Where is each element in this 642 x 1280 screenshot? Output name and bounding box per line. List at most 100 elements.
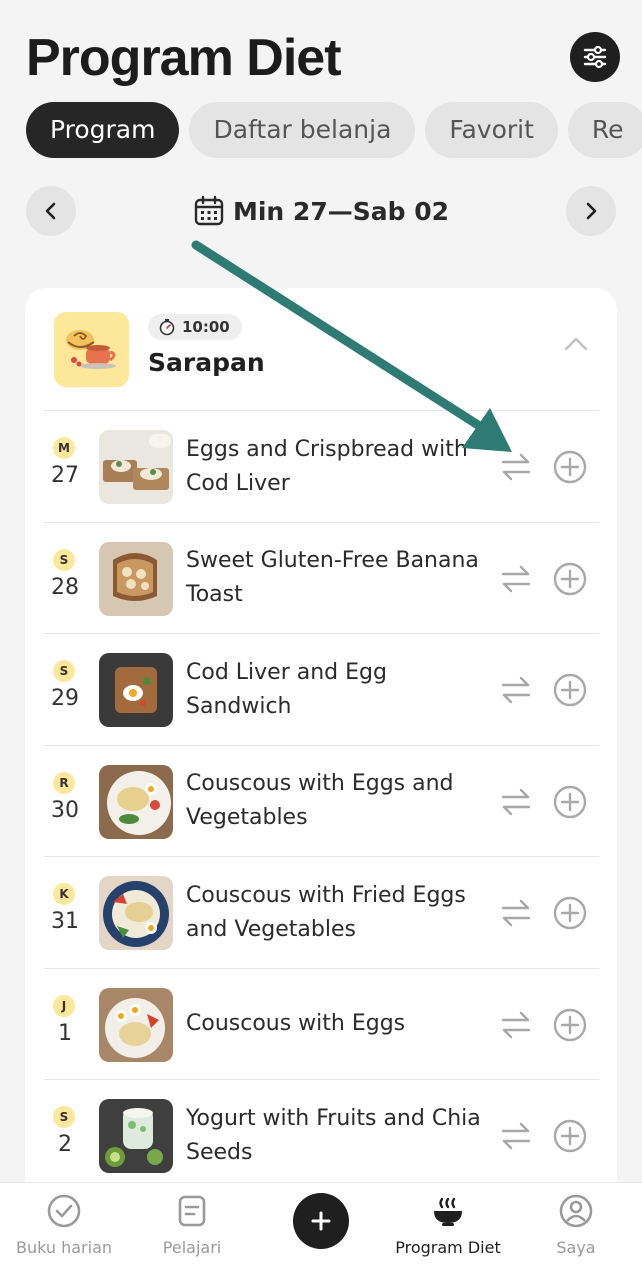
plus-circle-icon bbox=[553, 562, 587, 595]
swap-button[interactable] bbox=[499, 786, 533, 818]
check-circle-icon bbox=[47, 1194, 81, 1228]
plus-circle-icon bbox=[553, 450, 587, 484]
plus-circle-icon bbox=[553, 1008, 587, 1041]
plus-circle-icon bbox=[553, 785, 587, 818]
add-button[interactable] bbox=[552, 1007, 588, 1043]
book-icon bbox=[178, 1195, 206, 1227]
tab-program[interactable]: Program bbox=[26, 102, 180, 158]
meal-photo bbox=[99, 876, 173, 950]
plus-circle-icon bbox=[553, 673, 587, 707]
breakfast-icon bbox=[54, 312, 129, 387]
meal-card: 10:00 Sarapan M 27 Eggs and Crispbread w… bbox=[25, 288, 617, 1218]
swap-icon bbox=[501, 899, 531, 927]
nav-profile[interactable]: Saya bbox=[512, 1183, 640, 1280]
day-letter: S bbox=[53, 548, 75, 571]
day-letter: R bbox=[53, 771, 75, 794]
meal-photo bbox=[99, 1099, 173, 1173]
nav-label: Buku harian bbox=[15, 1238, 113, 1257]
add-button[interactable] bbox=[552, 895, 588, 931]
day-number: 29 bbox=[51, 686, 79, 711]
plus-circle-icon bbox=[553, 896, 587, 930]
add-fab-button[interactable] bbox=[293, 1193, 349, 1249]
meal-row[interactable]: S 29 Cod Liver and Egg Sandwich bbox=[44, 633, 599, 745]
add-button[interactable] bbox=[552, 784, 588, 820]
swap-icon bbox=[501, 453, 531, 481]
swap-button[interactable] bbox=[499, 563, 533, 595]
meal-photo bbox=[99, 430, 173, 504]
tab-shopping-list[interactable]: Daftar belanja bbox=[189, 102, 416, 158]
meal-row[interactable]: M 27 Eggs and Crispbread with Cod Liver bbox=[44, 410, 599, 522]
meal-photo bbox=[99, 764, 173, 839]
nav-label: Saya bbox=[556, 1238, 596, 1257]
swap-icon bbox=[501, 676, 531, 704]
add-button[interactable] bbox=[552, 561, 588, 597]
chevron-up-icon bbox=[564, 337, 588, 351]
meal-row[interactable]: J 1 Couscous with Eggs bbox=[44, 967, 599, 1080]
collapse-button[interactable] bbox=[563, 336, 589, 356]
meal-title: Couscous with Fried Eggs and Vegetables bbox=[186, 882, 466, 942]
swap-icon bbox=[501, 788, 531, 815]
add-button[interactable] bbox=[552, 672, 588, 708]
profile-icon bbox=[559, 1194, 593, 1228]
meal-title: Sweet Gluten-Free Banana Toast bbox=[186, 548, 479, 607]
meal-header[interactable]: 10:00 Sarapan bbox=[25, 288, 617, 410]
swap-icon bbox=[501, 565, 531, 592]
week-navigator: Min 27—Sab 02 bbox=[26, 186, 616, 236]
chevron-right-icon bbox=[586, 202, 597, 220]
bowl-icon bbox=[434, 1197, 462, 1226]
swap-icon bbox=[501, 1011, 531, 1038]
meal-title: Couscous with Eggs and Vegetables bbox=[186, 771, 454, 830]
calendar-icon bbox=[194, 195, 224, 226]
tab-recipes[interactable]: Re bbox=[567, 102, 642, 158]
meal-time: 10:00 bbox=[182, 318, 230, 336]
meal-row[interactable]: R 30 Couscous with Eggs and Vegetables bbox=[44, 744, 599, 857]
add-button[interactable] bbox=[552, 1118, 588, 1154]
day-letter: S bbox=[53, 660, 75, 682]
meal-photo bbox=[99, 987, 173, 1062]
meal-title: Yogurt with Fruits and Chia Seeds bbox=[186, 1105, 481, 1165]
sliders-icon bbox=[583, 45, 607, 69]
nav-label: Pelajari bbox=[162, 1238, 222, 1257]
nav-diary[interactable]: Buku harian bbox=[0, 1183, 128, 1280]
meal-row[interactable]: S 28 Sweet Gluten-Free Banana Toast bbox=[44, 521, 599, 634]
meal-name: Sarapan bbox=[148, 348, 265, 377]
page-header: Program Diet bbox=[26, 28, 622, 88]
swap-button[interactable] bbox=[499, 1120, 533, 1152]
meal-title: Cod Liver and Egg Sandwich bbox=[186, 659, 387, 719]
add-button[interactable] bbox=[552, 449, 588, 485]
meal-row[interactable]: S 2 Yogurt with Fruits and Chia Seeds bbox=[44, 1079, 599, 1191]
tab-favorites[interactable]: Favorit bbox=[425, 102, 558, 158]
swap-button[interactable] bbox=[499, 1009, 533, 1041]
day-letter: K bbox=[53, 883, 75, 905]
swap-icon bbox=[501, 1122, 531, 1150]
day-number: 2 bbox=[58, 1132, 72, 1157]
nav-diet-program[interactable]: Program Diet bbox=[384, 1183, 512, 1280]
swap-button[interactable] bbox=[499, 897, 533, 929]
day-letter: M bbox=[53, 437, 75, 459]
page-title: Program Diet bbox=[26, 29, 342, 87]
meal-photo bbox=[99, 541, 173, 616]
meal-photo bbox=[99, 653, 173, 727]
swap-button[interactable] bbox=[499, 451, 533, 483]
swap-button[interactable] bbox=[499, 674, 533, 706]
day-number: 30 bbox=[51, 797, 79, 823]
filter-button[interactable] bbox=[570, 32, 620, 82]
week-range[interactable]: Min 27—Sab 02 bbox=[26, 186, 616, 236]
day-number: 28 bbox=[51, 574, 79, 600]
nav-label: Program Diet bbox=[395, 1238, 501, 1257]
plus-circle-icon bbox=[553, 1119, 587, 1153]
day-number: 1 bbox=[58, 1020, 72, 1046]
bottom-nav: Buku harian Pelajari Program Diet Saya bbox=[0, 1182, 642, 1280]
meal-title: Couscous with Eggs bbox=[186, 1011, 406, 1036]
plus-icon bbox=[311, 1211, 331, 1231]
nav-learn[interactable]: Pelajari bbox=[128, 1183, 256, 1280]
meal-time-badge: 10:00 bbox=[148, 314, 242, 340]
meal-title: Eggs and Crispbread with Cod Liver bbox=[186, 436, 468, 496]
week-range-label: Min 27—Sab 02 bbox=[232, 196, 449, 226]
day-number: 31 bbox=[51, 909, 79, 934]
day-letter: J bbox=[53, 994, 75, 1017]
next-week-button[interactable] bbox=[566, 186, 616, 236]
meal-row[interactable]: K 31 Couscous with Fried Eggs and Vegeta… bbox=[44, 856, 599, 968]
meal-list: M 27 Eggs and Crispbread with Cod Liver … bbox=[44, 410, 599, 1191]
stopwatch-icon bbox=[159, 319, 175, 336]
